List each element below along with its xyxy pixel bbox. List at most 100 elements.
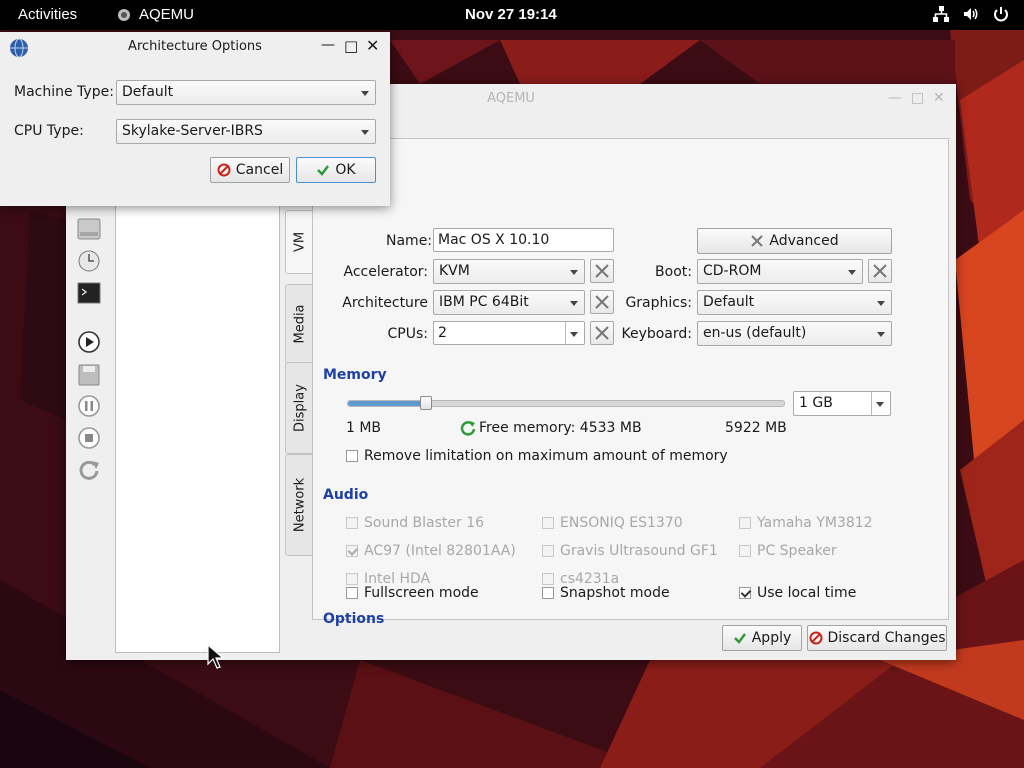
architecture-select[interactable]: IBM PC 64Bit: [433, 290, 585, 315]
audio-checkbox[interactable]: AC97 (Intel 82801AA): [346, 543, 516, 559]
chevron-down-icon: [361, 130, 369, 135]
checkbox-box[interactable]: [739, 545, 751, 557]
memory-slider[interactable]: [347, 396, 785, 410]
memory-size-value: 1 GB: [799, 395, 833, 411]
keyboard-value: en-us (default): [703, 325, 807, 341]
graphics-value: Default: [703, 294, 755, 310]
stop-vm-icon[interactable]: [76, 426, 102, 450]
boot-value: CD-ROM: [703, 263, 762, 279]
maximize-icon[interactable]: □: [911, 90, 924, 106]
accelerator-value: KVM: [439, 263, 470, 279]
memory-max-label: 5922 MB: [725, 420, 787, 436]
close-icon[interactable]: ✕: [366, 36, 379, 55]
top-bar: Activities AQEMU Nov 27 19:14: [0, 0, 1024, 30]
use-local-time-label: Use local time: [757, 585, 857, 601]
audio-checkbox[interactable]: Yamaha YM3812: [739, 515, 873, 531]
minimize-icon[interactable]: —: [321, 37, 335, 53]
accelerator-select[interactable]: KVM: [433, 259, 585, 284]
memory-slider-fill: [348, 401, 426, 406]
tools-icon: [595, 326, 609, 340]
clock-icon[interactable]: [76, 249, 102, 273]
tab-display[interactable]: Display: [285, 362, 315, 454]
activities-button[interactable]: Activities: [18, 6, 77, 23]
memory-slider-handle[interactable]: [420, 396, 432, 410]
advanced-button[interactable]: Advanced: [697, 228, 892, 254]
cpu-type-value: Skylake-Server-IBRS: [122, 123, 263, 139]
graphics-select[interactable]: Default: [697, 290, 892, 315]
architecture-value: IBM PC 64Bit: [439, 294, 529, 310]
power-icon[interactable]: [992, 5, 1010, 23]
snapshot-mode-checkbox[interactable]: Snapshot mode: [542, 585, 670, 601]
checkbox-box[interactable]: [542, 587, 554, 599]
accelerator-options-button[interactable]: [590, 259, 614, 283]
cpu-type-select[interactable]: Skylake-Server-IBRS: [116, 119, 376, 144]
hard-disk-icon[interactable]: [76, 217, 102, 241]
machine-type-select[interactable]: Default: [116, 80, 376, 105]
aqemu-app-icon: [118, 8, 130, 21]
architecture-options-button[interactable]: [590, 290, 614, 314]
audio-checkbox-label: PC Speaker: [757, 543, 837, 559]
ok-button[interactable]: OK: [296, 157, 376, 183]
fullscreen-mode-checkbox[interactable]: Fullscreen mode: [346, 585, 479, 601]
options-section-title: Options: [323, 611, 385, 627]
remove-memory-limit-checkbox[interactable]: Remove limitation on maximum amount of m…: [346, 448, 728, 464]
app-menu[interactable]: AQEMU: [117, 6, 194, 23]
checkbox-box[interactable]: [346, 450, 358, 462]
apply-button[interactable]: Apply: [722, 625, 802, 651]
cpus-spinbox[interactable]: 2: [433, 321, 585, 345]
cancel-button[interactable]: Cancel: [210, 157, 290, 183]
checkbox-box-checked[interactable]: [346, 545, 358, 557]
cpus-label: CPUs:: [387, 326, 428, 342]
vm-name-input[interactable]: Mac OS X 10.10: [433, 228, 614, 252]
combo-divider: [871, 392, 872, 415]
chevron-down-icon: [848, 270, 856, 275]
checkbox-box-checked[interactable]: [739, 587, 751, 599]
architecture-label: Architecture: [342, 295, 428, 311]
system-tray[interactable]: [932, 5, 1010, 23]
checkbox-box[interactable]: [542, 517, 554, 529]
save-icon[interactable]: [76, 363, 102, 387]
discard-changes-button[interactable]: Discard Changes: [807, 625, 947, 651]
checkbox-box[interactable]: [542, 545, 554, 557]
clock[interactable]: Nov 27 19:14: [465, 6, 557, 23]
close-icon[interactable]: ✕: [933, 90, 945, 106]
remove-memory-limit-label: Remove limitation on maximum amount of m…: [364, 448, 728, 464]
spin-divider: [565, 322, 566, 344]
use-local-time-checkbox[interactable]: Use local time: [739, 585, 856, 601]
tab-vm[interactable]: VM: [285, 210, 314, 274]
vm-list[interactable]: [115, 204, 280, 653]
advanced-button-label: Advanced: [769, 233, 839, 249]
checkbox-box[interactable]: [346, 573, 358, 585]
boot-options-button[interactable]: [868, 259, 892, 283]
audio-checkbox[interactable]: Sound Blaster 16: [346, 515, 484, 531]
cpu-options-button[interactable]: [590, 321, 614, 345]
audio-checkbox-label: Gravis Ultrasound GF1: [560, 543, 718, 559]
checkbox-box[interactable]: [739, 517, 751, 529]
checkbox-box[interactable]: [346, 517, 358, 529]
checkbox-box[interactable]: [542, 573, 554, 585]
tab-network[interactable]: Network: [285, 454, 315, 556]
memory-size-combo[interactable]: 1 GB: [793, 391, 891, 416]
audio-checkbox-label: ENSONIQ ES1370: [560, 515, 683, 531]
keyboard-select[interactable]: en-us (default): [697, 321, 892, 346]
volume-icon[interactable]: [962, 5, 980, 23]
network-icon[interactable]: [932, 5, 950, 23]
terminal-icon[interactable]: [76, 281, 102, 305]
chevron-down-icon: [877, 332, 885, 337]
audio-checkbox[interactable]: PC Speaker: [739, 543, 837, 559]
minimize-icon[interactable]: —: [888, 90, 902, 106]
audio-checkbox[interactable]: ENSONIQ ES1370: [542, 515, 683, 531]
maximize-icon[interactable]: □: [344, 37, 358, 55]
reset-vm-icon[interactable]: [76, 458, 102, 482]
cancel-icon: [809, 631, 822, 645]
boot-select[interactable]: CD-ROM: [697, 259, 863, 284]
pause-vm-icon[interactable]: [76, 394, 102, 418]
checkbox-box[interactable]: [346, 587, 358, 599]
chevron-down-icon[interactable]: [570, 332, 578, 337]
cancel-icon: [217, 163, 231, 177]
refresh-icon[interactable]: [460, 420, 476, 436]
start-vm-icon[interactable]: [76, 330, 102, 354]
audio-checkbox[interactable]: Gravis Ultrasound GF1: [542, 543, 718, 559]
tab-media[interactable]: Media: [285, 284, 315, 364]
chevron-down-icon: [570, 301, 578, 306]
